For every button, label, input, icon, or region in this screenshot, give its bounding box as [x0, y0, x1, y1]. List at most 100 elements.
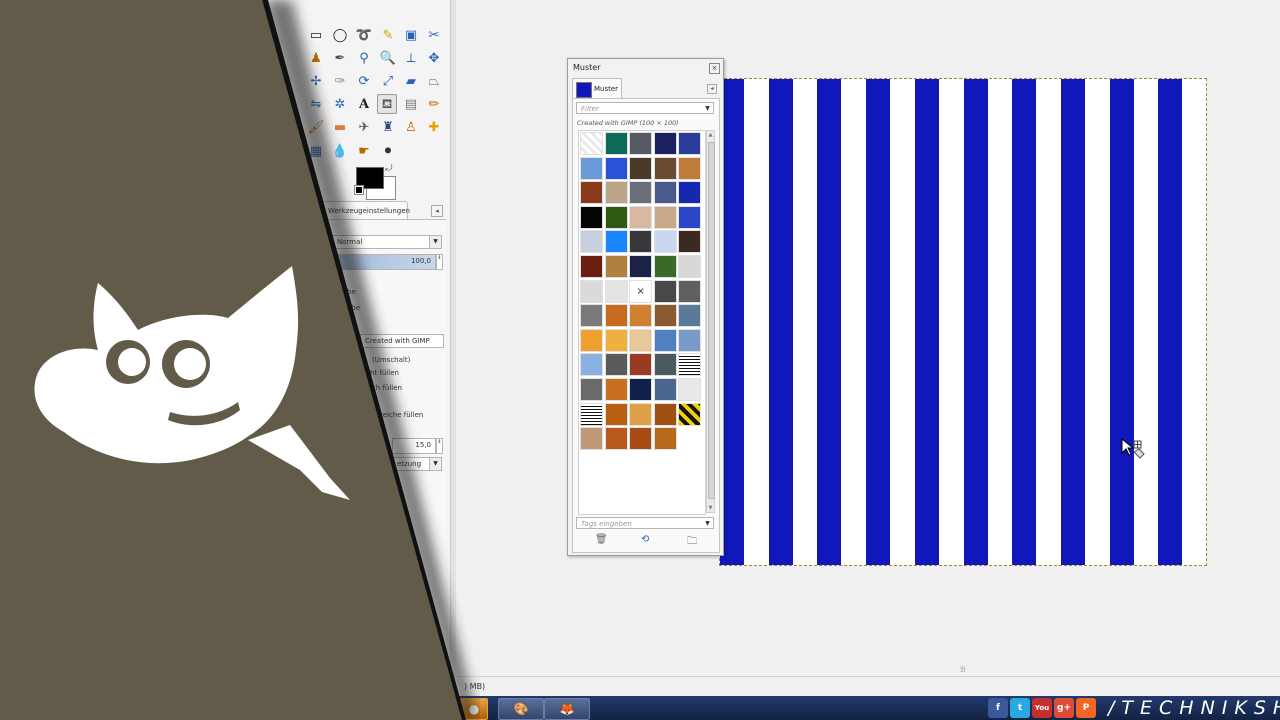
pattern-swatch[interactable] [653, 205, 677, 229]
pattern-swatch[interactable] [653, 132, 677, 155]
pattern-swatch[interactable] [629, 132, 653, 155]
tags-input[interactable]: Tags eingeben ▼ [576, 517, 714, 529]
pattern-swatch[interactable] [629, 181, 653, 205]
chevron-down-icon: ▼ [705, 520, 710, 527]
facebook-icon[interactable]: f [988, 698, 1008, 718]
pattern-swatch[interactable] [580, 402, 603, 426]
pattern-swatch[interactable] [678, 378, 702, 401]
pattern-swatch[interactable] [604, 304, 628, 328]
filter-input[interactable]: Filter ▼ [576, 102, 714, 114]
active-pattern-swatch [576, 82, 592, 98]
google-plus-icon[interactable]: g+ [1054, 698, 1074, 718]
pattern-swatch[interactable] [678, 304, 702, 328]
pattern-swatch[interactable] [580, 353, 603, 377]
canvas-stripe [1109, 79, 1134, 565]
pattern-swatch[interactable] [580, 132, 603, 155]
pattern-swatch[interactable] [604, 132, 628, 155]
pattern-swatch[interactable] [629, 353, 653, 377]
canvas-stripe [1012, 79, 1037, 565]
filter-placeholder: Filter [581, 105, 599, 113]
pattern-swatch[interactable] [580, 156, 603, 180]
pattern-swatch[interactable] [653, 353, 677, 377]
folder-icon[interactable]: 🗀 [687, 534, 697, 551]
pattern-swatch[interactable] [678, 132, 702, 155]
pattern-swatch[interactable] [604, 181, 628, 205]
pattern-swatch[interactable] [629, 427, 653, 451]
pattern-swatch[interactable] [604, 427, 628, 451]
pattern-swatch[interactable] [678, 279, 702, 303]
pattern-swatch[interactable] [580, 181, 603, 205]
tab-menu-icon[interactable]: ◂ [707, 84, 717, 94]
scrollbar-thumb[interactable] [708, 142, 715, 499]
taskbar-gimp-image-icon[interactable]: 🎨 [498, 698, 544, 720]
pattern-swatch[interactable] [653, 279, 677, 303]
close-icon[interactable]: × [709, 63, 720, 74]
pattern-swatch[interactable] [604, 255, 628, 278]
pattern-swatch[interactable] [653, 255, 677, 278]
canvas-stripe [817, 79, 842, 565]
resize-grip[interactable]: ⁞⁞⁞ [960, 665, 966, 674]
pattern-swatch[interactable] [604, 378, 628, 401]
canvas-stripe [1158, 79, 1183, 565]
pattern-swatch[interactable] [629, 205, 653, 229]
pattern-swatch[interactable] [604, 205, 628, 229]
twitter-icon[interactable]: t [1010, 698, 1030, 718]
pattern-swatch[interactable] [653, 328, 677, 352]
pattern-swatch[interactable] [653, 427, 677, 451]
refresh-icon[interactable]: ⟲ [641, 534, 649, 545]
scroll-down-icon[interactable]: ▼ [707, 505, 714, 511]
pattern-swatch[interactable] [678, 353, 702, 377]
pattern-swatch[interactable] [580, 427, 603, 451]
delete-icon[interactable]: 🗑 [595, 534, 608, 545]
default-colors-icon[interactable] [354, 185, 364, 195]
pattern-swatch[interactable] [653, 156, 677, 180]
pattern-swatch[interactable] [629, 230, 653, 254]
pattern-swatch[interactable] [653, 181, 677, 205]
pattern-swatch[interactable] [604, 328, 628, 352]
pattern-swatch[interactable] [629, 156, 653, 180]
pattern-swatch[interactable] [580, 378, 603, 401]
scrollbar[interactable]: ▲ ▼ [706, 130, 715, 513]
canvas-stripe [1060, 79, 1085, 565]
taskbar-gimp-icon[interactable]: 🦊 [544, 698, 590, 720]
pattern-swatch[interactable] [604, 402, 628, 426]
pattern-swatch[interactable] [653, 402, 677, 426]
tab-patterns[interactable]: Muster [572, 78, 622, 99]
scroll-up-icon[interactable]: ▲ [707, 132, 714, 138]
pattern-swatch[interactable] [629, 328, 653, 352]
dialog-actions: 🗑 ⟲ 🗀 [573, 532, 719, 550]
pattern-swatch[interactable] [629, 304, 653, 328]
youtube-icon[interactable]: You [1032, 698, 1052, 718]
pattern-swatch[interactable] [653, 304, 677, 328]
image-canvas[interactable] [719, 78, 1207, 566]
pattern-swatch[interactable]: × [629, 279, 653, 303]
pattern-swatch[interactable] [629, 402, 653, 426]
pattern-swatch[interactable] [678, 156, 702, 180]
social-icons: f t You g+ P [988, 697, 1096, 719]
pattern-swatch[interactable] [653, 230, 677, 254]
pattern-swatch[interactable] [580, 255, 603, 278]
pattern-swatch[interactable] [678, 255, 702, 278]
pinterest-icon[interactable]: P [1076, 698, 1096, 718]
pattern-swatch[interactable] [580, 304, 603, 328]
pattern-swatch[interactable] [580, 230, 603, 254]
pattern-swatch[interactable] [678, 328, 702, 352]
pattern-swatch[interactable] [629, 378, 653, 401]
status-bar: ) MB) [455, 676, 1280, 697]
gimp-logo-panel [0, 0, 478, 720]
pattern-swatch[interactable] [678, 181, 702, 205]
pattern-swatch[interactable] [604, 353, 628, 377]
pattern-swatch[interactable] [604, 230, 628, 254]
chevron-down-icon: ▼ [705, 105, 710, 112]
pattern-swatch[interactable] [678, 230, 702, 254]
pattern-swatch[interactable] [678, 402, 702, 426]
pattern-swatch[interactable] [580, 205, 603, 229]
pattern-swatch[interactable] [653, 378, 677, 401]
canvas-stripe [866, 79, 891, 565]
pattern-swatch[interactable] [604, 156, 628, 180]
pattern-swatch[interactable] [604, 279, 628, 303]
pattern-swatch[interactable] [678, 205, 702, 229]
pattern-swatch[interactable] [580, 279, 603, 303]
pattern-swatch[interactable] [629, 255, 653, 278]
pattern-swatch[interactable] [580, 328, 603, 352]
